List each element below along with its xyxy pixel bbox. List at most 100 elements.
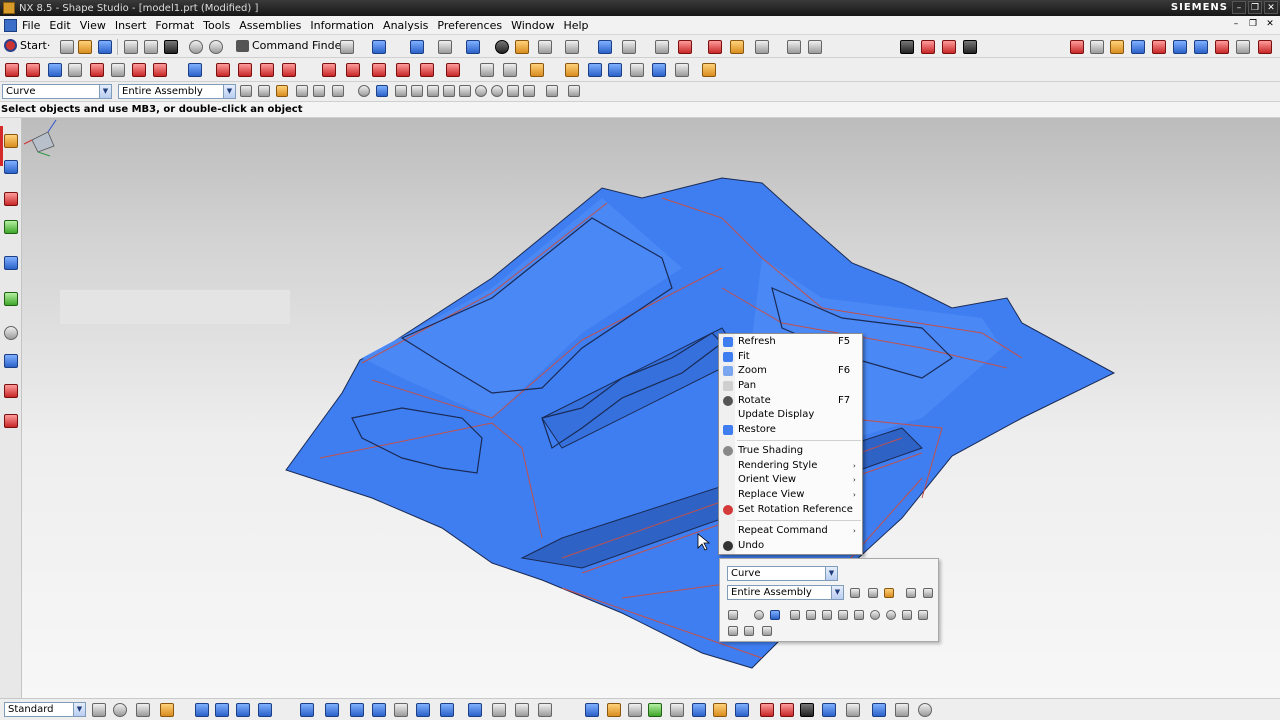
feature-icon[interactable] <box>1131 40 1145 54</box>
through-curves-icon[interactable] <box>188 63 202 77</box>
move-layer-icon[interactable] <box>622 40 636 54</box>
sew-icon[interactable] <box>372 63 386 77</box>
hd3d-tools-icon[interactable] <box>4 256 18 270</box>
menu-analysis[interactable]: Analysis <box>383 19 428 32</box>
history-icon[interactable] <box>4 326 18 340</box>
menu-information[interactable]: Information <box>310 19 374 32</box>
zoom-view-icon[interactable] <box>438 40 452 54</box>
distance-icon[interactable] <box>787 40 801 54</box>
bounded-grid-snap-icon[interactable] <box>728 626 738 636</box>
edit-surface-icon[interactable] <box>503 63 517 77</box>
material-editor-icon[interactable] <box>760 703 774 717</box>
datum-icon[interactable] <box>1110 40 1124 54</box>
restore-button[interactable]: ❐ <box>1248 1 1262 14</box>
point-constructor-icon[interactable] <box>568 85 580 97</box>
intersection-snap-icon[interactable] <box>838 610 848 620</box>
existing-point-snap-icon[interactable] <box>507 85 519 97</box>
fog-icon[interactable] <box>872 703 886 717</box>
flange-icon[interactable] <box>630 63 644 77</box>
control-point-snap-icon[interactable] <box>822 610 832 620</box>
menu-format[interactable]: Format <box>155 19 194 32</box>
swept-icon[interactable] <box>238 63 252 77</box>
camera-icon[interactable] <box>628 703 642 717</box>
gap-analysis-icon[interactable] <box>515 703 529 717</box>
fit-curve-icon[interactable] <box>90 63 104 77</box>
shadow-icon[interactable] <box>846 703 860 717</box>
shaded-display-icon[interactable] <box>495 40 509 54</box>
minibar-type-filter-dropdown[interactable]: Curve ▼ <box>727 566 838 581</box>
inflection-icon[interactable] <box>258 703 272 717</box>
roles-icon[interactable] <box>4 414 18 428</box>
select-solid-icon[interactable] <box>376 85 388 97</box>
process-studio-icon[interactable] <box>4 384 18 398</box>
rotate-view-icon[interactable] <box>113 703 127 717</box>
web-browser-icon[interactable] <box>4 292 18 306</box>
close-button[interactable]: ✕ <box>1264 1 1278 14</box>
edge-icon[interactable] <box>1194 40 1208 54</box>
curvature-comb-icon[interactable] <box>236 703 250 717</box>
analysis-icon[interactable] <box>655 40 669 54</box>
line-icon[interactable] <box>5 63 19 77</box>
extend-sheet-icon[interactable] <box>346 63 360 77</box>
stop-at-intersection-icon[interactable] <box>923 588 933 598</box>
undo-icon[interactable] <box>189 40 203 54</box>
feature-selection-icon[interactable] <box>276 85 288 97</box>
fit-view-icon[interactable] <box>410 40 424 54</box>
perspective-icon[interactable] <box>160 703 174 717</box>
menu-item-refresh[interactable]: Refresh F5 <box>719 335 864 349</box>
project-curve-icon[interactable] <box>153 63 167 77</box>
styled-sweep-icon[interactable] <box>260 63 274 77</box>
control-point-snap-icon[interactable] <box>427 85 439 97</box>
paste-icon[interactable] <box>164 40 178 54</box>
render-icon[interactable] <box>900 40 914 54</box>
menu-edit[interactable]: Edit <box>49 19 70 32</box>
studio-view-icon[interactable] <box>585 703 599 717</box>
end-point-snap-icon[interactable] <box>790 610 800 620</box>
high-quality-image-icon[interactable] <box>942 40 956 54</box>
x-form-icon[interactable] <box>396 63 410 77</box>
spline-icon[interactable] <box>48 63 62 77</box>
point-on-curve-snap-icon[interactable] <box>886 610 896 620</box>
arc-icon[interactable] <box>26 63 40 77</box>
mid-point-snap-icon[interactable] <box>806 610 816 620</box>
body-icon[interactable] <box>1152 40 1166 54</box>
minimize-button[interactable]: – <box>1232 1 1246 14</box>
patch-icon[interactable] <box>675 63 689 77</box>
menu-item-restore[interactable]: Restore <box>719 423 864 437</box>
lighting-icon[interactable] <box>607 703 621 717</box>
menu-item-zoom[interactable]: Zoom F6 <box>719 364 864 378</box>
menu-item-undo[interactable]: Undo <box>719 539 864 553</box>
type-filter-dropdown[interactable]: Curve ▼ <box>2 84 112 99</box>
slope-analysis-icon[interactable] <box>394 703 408 717</box>
menu-item-rotate[interactable]: Rotate F7 <box>719 394 864 408</box>
texture-icon[interactable] <box>735 703 749 717</box>
trim-sheet-icon[interactable] <box>322 63 336 77</box>
blend-icon[interactable] <box>282 63 296 77</box>
display-grid-icon[interactable] <box>1070 40 1084 54</box>
curvature-icon[interactable] <box>678 40 692 54</box>
i-form-icon[interactable] <box>420 63 434 77</box>
pan-view-icon[interactable] <box>136 703 150 717</box>
menu-item-update-display[interactable]: Update Display <box>719 408 864 422</box>
redo-icon[interactable] <box>209 40 223 54</box>
copy-icon[interactable] <box>144 40 158 54</box>
menu-item-orient-view[interactable]: Orient View › <box>719 473 864 487</box>
select-all-icon[interactable] <box>754 610 764 620</box>
menu-item-fit[interactable]: Fit <box>719 350 864 364</box>
select-solid-icon[interactable] <box>770 610 780 620</box>
doc-restore-button[interactable]: ❐ <box>1247 19 1259 29</box>
face-icon[interactable] <box>1173 40 1187 54</box>
layer-settings-icon[interactable] <box>598 40 612 54</box>
select-filter-icon[interactable] <box>340 40 354 54</box>
intersection-snap-icon[interactable] <box>443 85 455 97</box>
menu-item-true-shading[interactable]: True Shading <box>719 444 864 458</box>
menu-item-rendering-style[interactable]: Rendering Style › <box>719 459 864 473</box>
styled-corner-icon[interactable] <box>608 63 622 77</box>
draft-analysis-icon[interactable] <box>372 703 386 717</box>
point-constructor-icon[interactable] <box>744 626 754 636</box>
point-on-face-snap-icon[interactable] <box>523 85 535 97</box>
new-file-icon[interactable] <box>60 40 74 54</box>
studio-lights-icon[interactable] <box>515 40 529 54</box>
menu-view[interactable]: View <box>80 19 106 32</box>
menu-item-repeat-command[interactable]: Repeat Command › <box>719 524 864 538</box>
